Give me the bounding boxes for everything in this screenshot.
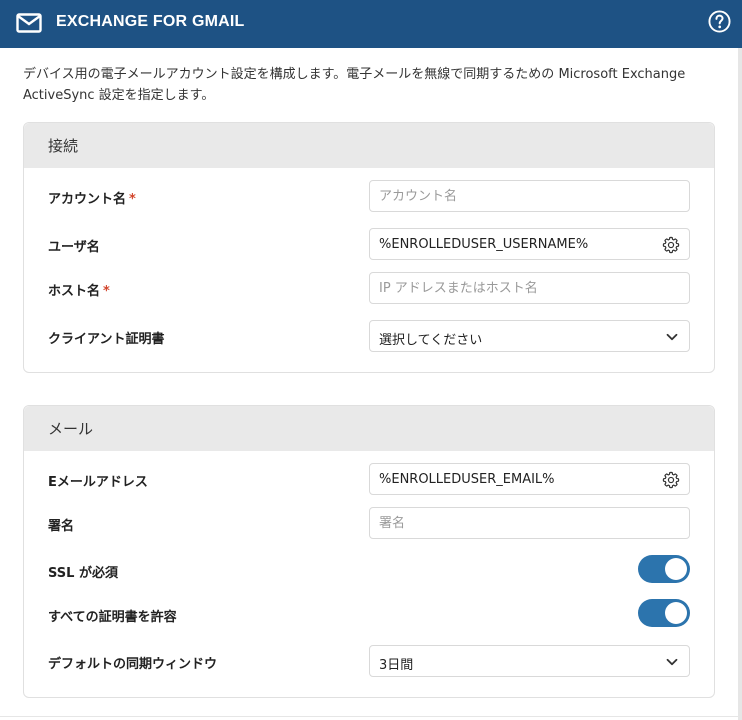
page-title: EXCHANGE FOR GMAIL xyxy=(56,13,245,30)
host-name-label: ホスト名 * xyxy=(48,284,110,299)
client-cert-selected: 選択してください xyxy=(379,333,483,348)
user-name-field[interactable]: %ENROLLEDUSER_USERNAME% xyxy=(369,228,690,260)
required-mark: * xyxy=(129,192,136,207)
host-name-input[interactable] xyxy=(370,273,689,303)
user-name-row: ユーザ名 %ENROLLEDUSER_USERNAME% xyxy=(24,228,714,260)
chevron-down-icon xyxy=(666,658,678,666)
client-cert-label: クライアント証明書 xyxy=(48,332,165,347)
host-name-row: ホスト名 * xyxy=(24,272,714,304)
mail-panel-header: メール xyxy=(24,406,714,451)
allow-all-certs-label: すべての証明書を許容 xyxy=(48,610,177,625)
sync-window-row: デフォルトの同期ウィンドウ 3日間 xyxy=(24,645,714,677)
divider xyxy=(0,716,738,717)
account-name-field[interactable] xyxy=(369,180,690,212)
required-mark: * xyxy=(103,284,110,299)
sync-window-selected: 3日間 xyxy=(379,658,414,673)
client-cert-row: クライアント証明書 選択してください xyxy=(24,320,714,352)
email-address-row: Eメールアドレス %ENROLLEDUSER_EMAIL% xyxy=(24,463,714,495)
app-header: EXCHANGE FOR GMAIL xyxy=(0,0,742,48)
ssl-required-row: SSL が必須 xyxy=(24,554,714,586)
signature-label: 署名 xyxy=(48,519,75,534)
allow-all-certs-row: すべての証明書を許容 xyxy=(24,598,714,630)
ssl-required-label: SSL が必須 xyxy=(48,566,118,581)
page-description: デバイス用の電子メールアカウント設定を構成します。電子メールを無線で同期するため… xyxy=(23,67,686,103)
account-name-label: アカウント名 * xyxy=(48,192,136,207)
client-cert-select[interactable]: 選択してください xyxy=(369,320,690,352)
mail-icon xyxy=(16,13,42,33)
email-address-value: %ENROLLEDUSER_EMAIL% xyxy=(379,472,555,487)
chevron-down-icon xyxy=(666,333,678,341)
account-name-row: アカウント名 * xyxy=(24,180,714,212)
toggle-knob xyxy=(665,602,687,624)
scrollbar-track[interactable] xyxy=(738,48,742,720)
email-address-label: Eメールアドレス xyxy=(48,475,148,490)
allow-all-certs-toggle[interactable] xyxy=(638,599,690,627)
email-address-field[interactable]: %ENROLLEDUSER_EMAIL% xyxy=(369,463,690,495)
gear-icon[interactable] xyxy=(662,236,680,254)
sync-window-label: デフォルトの同期ウィンドウ xyxy=(48,657,218,672)
signature-field[interactable] xyxy=(369,507,690,539)
mail-panel: メール Eメールアドレス %ENROLLEDUSER_EMAIL% 署名 SSL… xyxy=(23,405,715,698)
sync-window-select[interactable]: 3日間 xyxy=(369,645,690,677)
ssl-required-toggle[interactable] xyxy=(638,555,690,583)
account-name-input[interactable] xyxy=(370,181,689,211)
connection-panel: 接続 アカウント名* ユーザ名 %ENROLLEDUSER_USERNAME% … xyxy=(23,122,715,373)
connection-panel-header: 接続 xyxy=(24,123,714,168)
mail-panel-title: メール xyxy=(48,420,94,438)
host-name-field[interactable] xyxy=(369,272,690,304)
toggle-knob xyxy=(665,558,687,580)
user-name-label: ユーザ名 xyxy=(48,240,100,255)
connection-panel-title: 接続 xyxy=(48,137,79,155)
signature-row: 署名 xyxy=(24,507,714,539)
help-icon[interactable] xyxy=(708,10,731,33)
signature-input[interactable] xyxy=(370,508,689,538)
user-name-value: %ENROLLEDUSER_USERNAME% xyxy=(379,237,589,252)
gear-icon[interactable] xyxy=(662,471,680,489)
